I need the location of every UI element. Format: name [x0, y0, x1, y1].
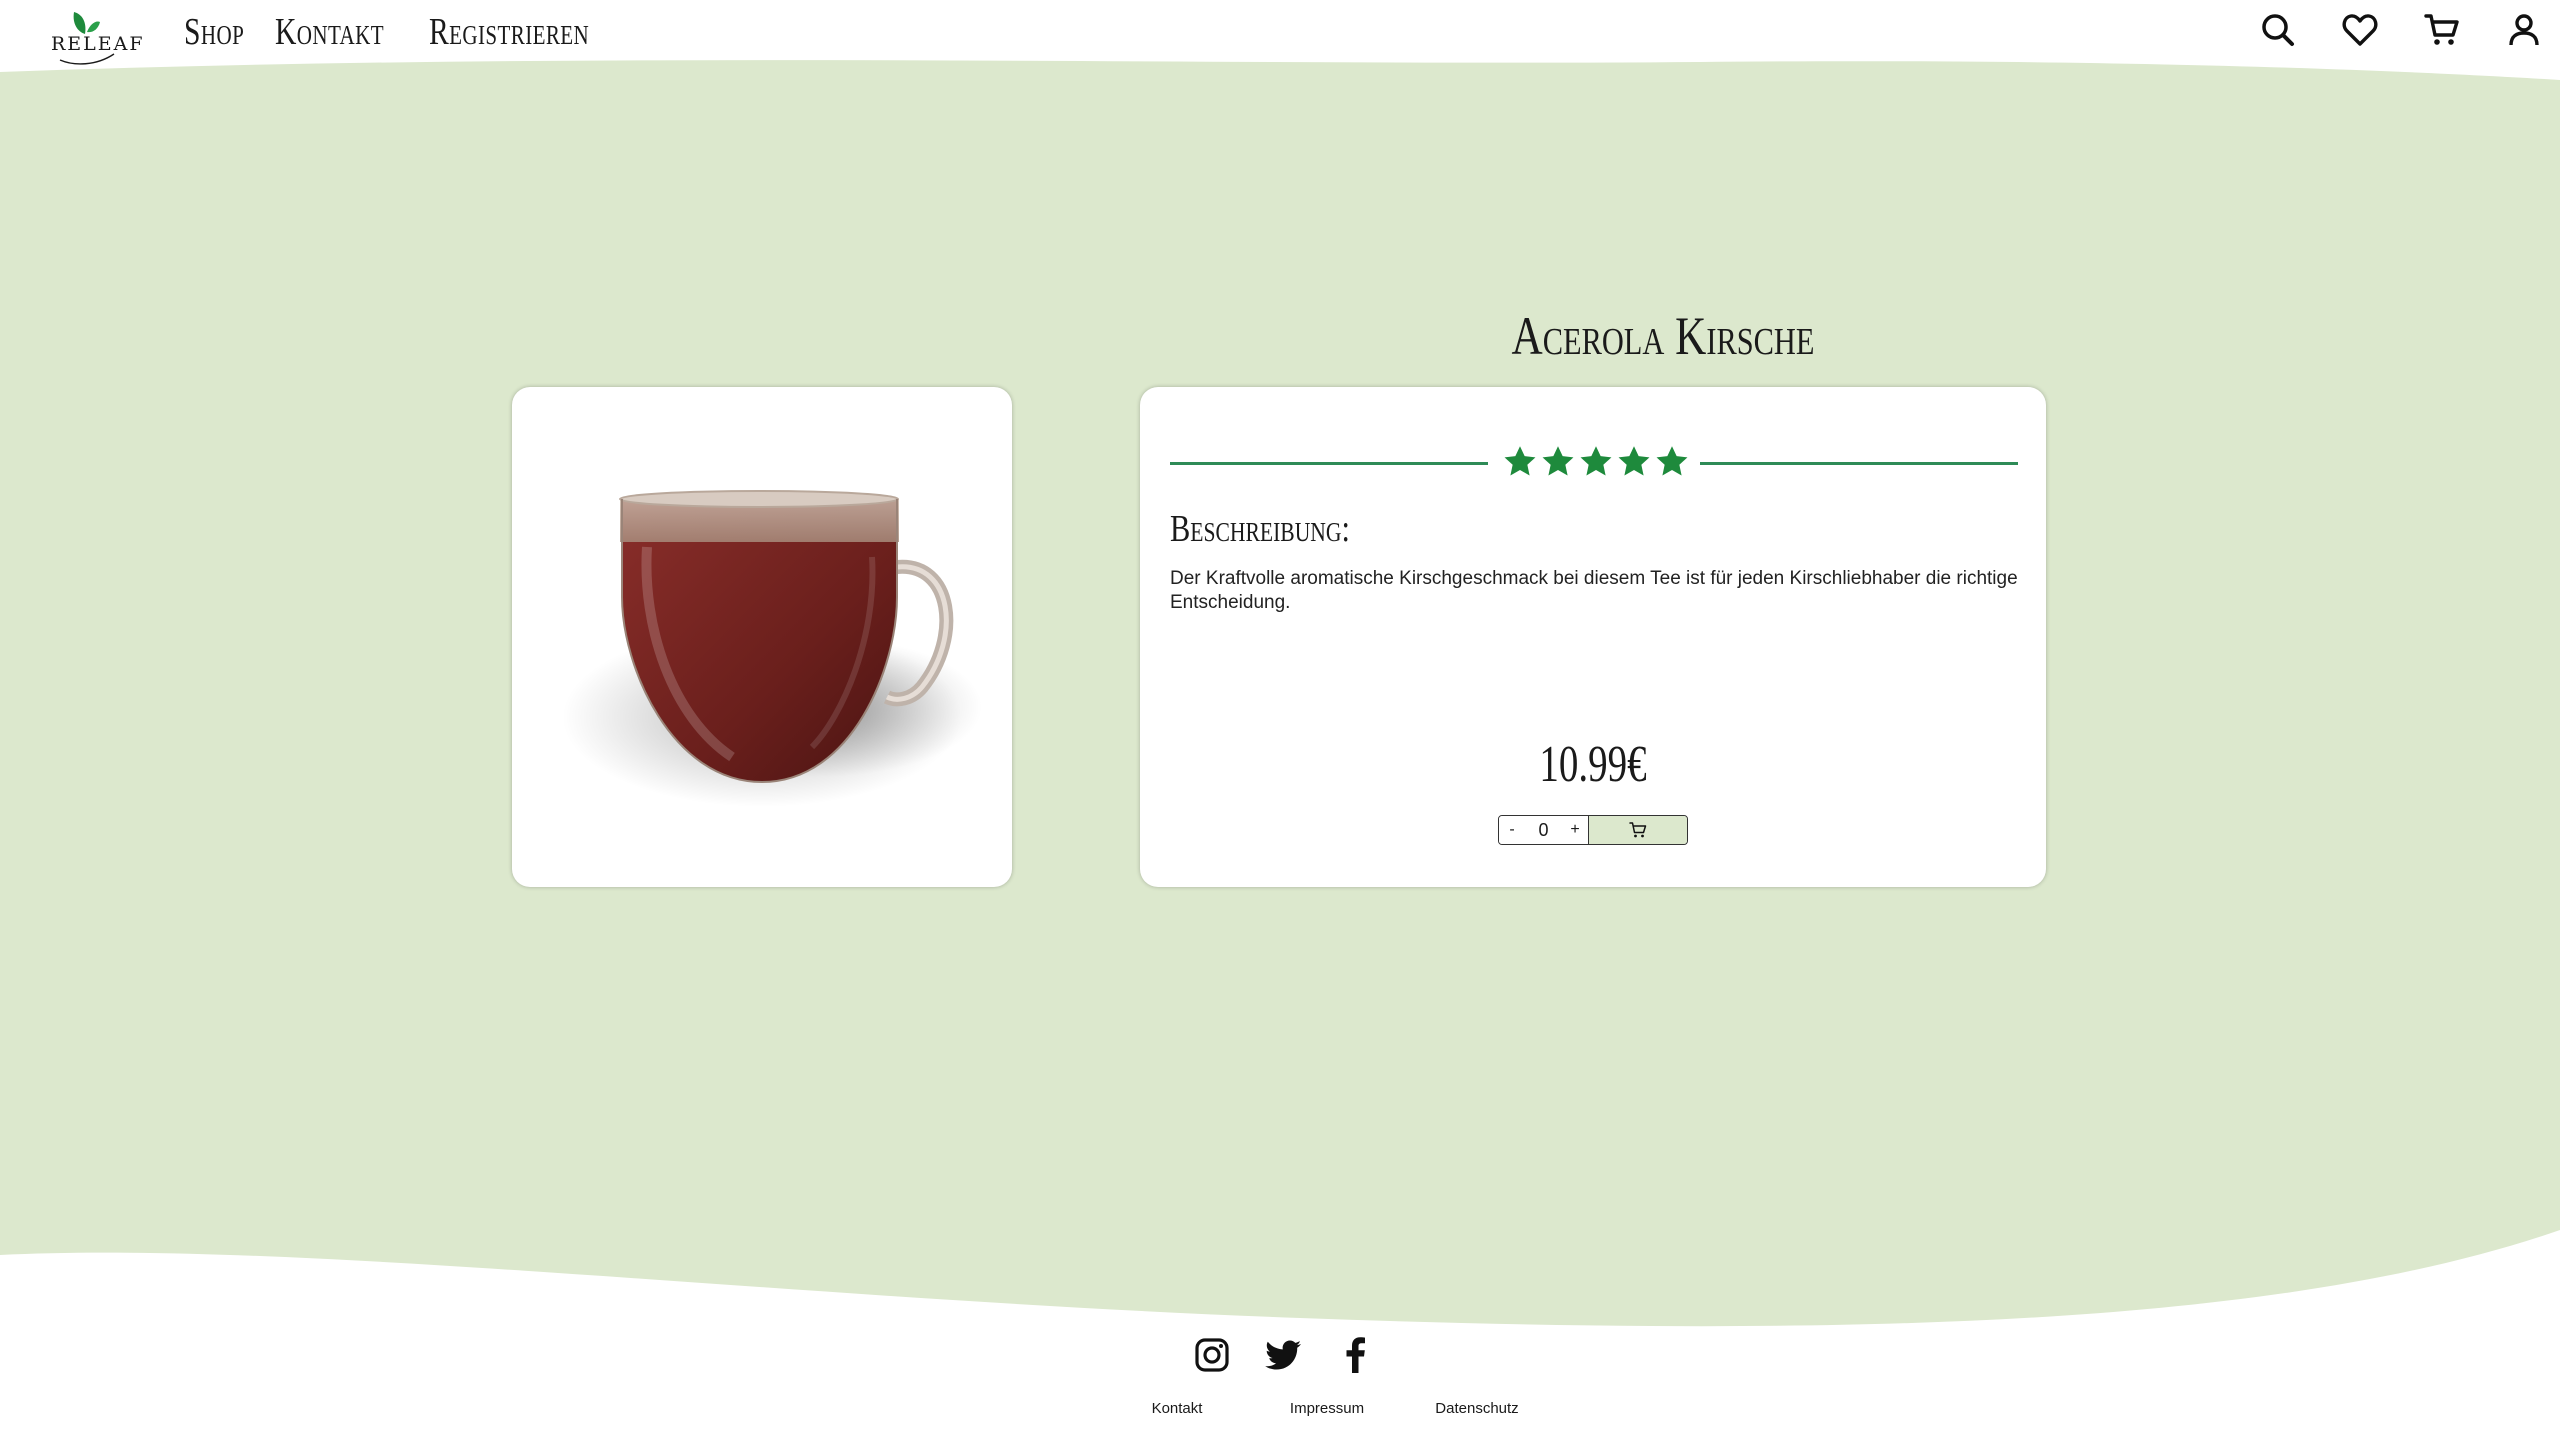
star-icon: [1504, 446, 1536, 476]
leaf-logo-icon: [73, 12, 100, 34]
site-header: RELEAF Shop Kontakt Registrieren: [0, 0, 2560, 72]
search-icon[interactable]: [2260, 12, 2296, 48]
footer-link-impressum[interactable]: Impressum: [1252, 1400, 1402, 1417]
product-price: 10.99€: [1539, 736, 1647, 793]
decrement-button[interactable]: -: [1505, 821, 1519, 839]
social-links: [1192, 1335, 1376, 1375]
product-title: Acerola Kirsche: [1511, 306, 1815, 366]
heart-icon[interactable]: [2342, 12, 2378, 48]
cart-icon[interactable]: [2424, 12, 2460, 48]
star-icon: [1656, 446, 1688, 476]
nav-registrieren[interactable]: Registrieren: [429, 10, 589, 54]
star-icon: [1580, 446, 1612, 476]
facebook-icon[interactable]: [1336, 1335, 1376, 1375]
instagram-icon[interactable]: [1192, 1335, 1232, 1375]
star-icon: [1542, 446, 1574, 476]
quantity-value[interactable]: 0: [1538, 820, 1548, 841]
twitter-icon[interactable]: [1264, 1335, 1304, 1375]
star-icon: [1618, 446, 1650, 476]
description-text: Der Kraftvolle aromatische Kirschgeschma…: [1170, 568, 2018, 613]
increment-button[interactable]: +: [1568, 821, 1582, 839]
footer-links: Kontakt Impressum Datenschutz: [1102, 1400, 1552, 1417]
releaf-logo[interactable]: RELEAF: [48, 6, 143, 66]
rating-stars: [1502, 443, 1692, 483]
nav-kontakt[interactable]: Kontakt: [275, 10, 384, 54]
product-image-card: [512, 387, 1012, 887]
add-to-cart-button[interactable]: [1589, 816, 1687, 844]
logo-swash: [59, 53, 115, 65]
nav-shop[interactable]: Shop: [184, 10, 244, 54]
user-icon[interactable]: [2506, 12, 2542, 48]
description-heading: Beschreibung:: [1170, 508, 1350, 550]
main-nav: Shop Kontakt Registrieren: [184, 10, 616, 54]
rating-divider-right: [1700, 462, 2018, 465]
quantity-stepper: - 0 +: [1498, 815, 1688, 845]
product-info-card: Beschreibung: Der Kraftvolle aromatische…: [1140, 387, 2046, 887]
rating-row: [1170, 443, 2018, 483]
rating-divider-left: [1170, 462, 1488, 465]
footer-link-kontakt[interactable]: Kontakt: [1102, 1400, 1252, 1417]
quantity-controls: - 0 +: [1499, 816, 1589, 844]
header-icons: [2260, 12, 2542, 48]
tea-cup-image: [562, 490, 982, 807]
footer-link-datenschutz[interactable]: Datenschutz: [1402, 1400, 1552, 1417]
cart-icon: [1629, 822, 1647, 838]
